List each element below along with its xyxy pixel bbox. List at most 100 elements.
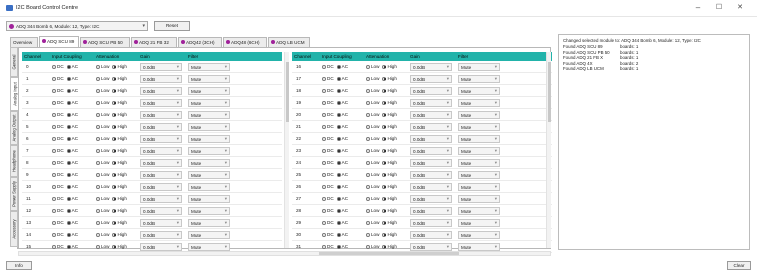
attenuation-low-option[interactable]: Low xyxy=(366,112,379,117)
coupling-ac-option[interactable]: AC xyxy=(66,148,78,153)
attenuation-high-radio[interactable] xyxy=(382,232,387,237)
gain-select[interactable]: 0.0dB ▾ xyxy=(410,87,452,95)
gain-select[interactable]: 0.0dB ▾ xyxy=(410,171,452,179)
attenuation-low-option[interactable]: Low xyxy=(366,196,379,201)
attenuation-low-radio[interactable] xyxy=(366,220,370,225)
attenuation-high-radio[interactable] xyxy=(382,148,387,153)
coupling-dc-option[interactable]: DC xyxy=(52,160,64,165)
horizontal-scrollbar[interactable] xyxy=(18,251,551,256)
filter-select[interactable]: Mute ▾ xyxy=(188,99,230,107)
attenuation-high-option[interactable]: High xyxy=(112,136,127,141)
coupling-dc-option[interactable]: DC xyxy=(322,196,334,201)
coupling-dc-option[interactable]: DC xyxy=(52,112,64,117)
coupling-ac-radio[interactable] xyxy=(66,136,71,141)
coupling-ac-option[interactable]: AC xyxy=(336,244,348,249)
coupling-ac-radio[interactable] xyxy=(66,220,71,225)
attenuation-low-radio[interactable] xyxy=(96,160,100,165)
coupling-ac-radio[interactable] xyxy=(66,76,71,81)
coupling-ac-option[interactable]: AC xyxy=(66,100,78,105)
filter-select[interactable]: Mute ▾ xyxy=(458,243,500,251)
coupling-ac-radio[interactable] xyxy=(66,160,71,165)
coupling-dc-radio[interactable] xyxy=(322,196,326,201)
coupling-dc-option[interactable]: DC xyxy=(52,76,64,81)
attenuation-low-option[interactable]: Low xyxy=(96,220,109,225)
coupling-ac-radio[interactable] xyxy=(66,208,71,213)
coupling-dc-option[interactable]: DC xyxy=(322,64,334,69)
attenuation-high-radio[interactable] xyxy=(382,196,387,201)
gain-select[interactable]: 0.0dB ▾ xyxy=(140,171,182,179)
coupling-ac-radio[interactable] xyxy=(66,172,71,177)
attenuation-low-option[interactable]: Low xyxy=(366,148,379,153)
attenuation-low-radio[interactable] xyxy=(96,100,100,105)
attenuation-high-radio[interactable] xyxy=(382,124,387,129)
coupling-ac-radio[interactable] xyxy=(66,112,71,117)
coupling-dc-option[interactable]: DC xyxy=(322,148,334,153)
coupling-ac-option[interactable]: AC xyxy=(66,232,78,237)
reset-button[interactable]: Reset xyxy=(154,21,190,31)
side-tab-analog-input[interactable]: Analog Input xyxy=(10,77,18,111)
gain-select[interactable]: 0.0dB ▾ xyxy=(140,219,182,227)
clear-button[interactable]: Clear xyxy=(727,261,751,270)
coupling-dc-option[interactable]: DC xyxy=(322,88,334,93)
attenuation-low-option[interactable]: Low xyxy=(366,244,379,249)
attenuation-high-radio[interactable] xyxy=(112,148,117,153)
attenuation-high-option[interactable]: High xyxy=(112,244,127,249)
coupling-ac-radio[interactable] xyxy=(66,244,71,249)
attenuation-high-option[interactable]: High xyxy=(382,148,397,153)
attenuation-low-radio[interactable] xyxy=(96,196,100,201)
coupling-ac-option[interactable]: AC xyxy=(336,64,348,69)
gain-select[interactable]: 0.0dB ▾ xyxy=(410,183,452,191)
coupling-dc-radio[interactable] xyxy=(52,184,56,189)
gain-select[interactable]: 0.0dB ▾ xyxy=(140,123,182,131)
attenuation-low-option[interactable]: Low xyxy=(366,184,379,189)
attenuation-low-option[interactable]: Low xyxy=(366,208,379,213)
coupling-ac-option[interactable]: AC xyxy=(66,220,78,225)
filter-select[interactable]: Mute ▾ xyxy=(188,243,230,251)
gain-select[interactable]: 0.0dB ▾ xyxy=(140,231,182,239)
attenuation-low-radio[interactable] xyxy=(96,172,100,177)
gain-select[interactable]: 0.0dB ▾ xyxy=(140,147,182,155)
coupling-dc-radio[interactable] xyxy=(52,100,56,105)
gain-select[interactable]: 0.0dB ▾ xyxy=(410,147,452,155)
filter-select[interactable]: Mute ▾ xyxy=(458,75,500,83)
attenuation-low-radio[interactable] xyxy=(366,148,370,153)
attenuation-high-option[interactable]: High xyxy=(112,100,127,105)
attenuation-high-radio[interactable] xyxy=(112,220,117,225)
attenuation-high-option[interactable]: High xyxy=(112,76,127,81)
coupling-dc-radio[interactable] xyxy=(322,220,326,225)
coupling-dc-option[interactable]: DC xyxy=(322,160,334,165)
coupling-ac-radio[interactable] xyxy=(336,196,341,201)
filter-select[interactable]: Mute ▾ xyxy=(458,135,500,143)
attenuation-high-radio[interactable] xyxy=(112,184,117,189)
attenuation-high-radio[interactable] xyxy=(112,88,117,93)
attenuation-high-option[interactable]: High xyxy=(382,208,397,213)
attenuation-low-radio[interactable] xyxy=(366,208,370,213)
attenuation-low-option[interactable]: Low xyxy=(96,208,109,213)
coupling-dc-radio[interactable] xyxy=(322,208,326,213)
coupling-dc-radio[interactable] xyxy=(322,76,326,81)
attenuation-high-radio[interactable] xyxy=(382,244,387,249)
filter-select[interactable]: Mute ▾ xyxy=(458,171,500,179)
coupling-ac-option[interactable]: AC xyxy=(336,172,348,177)
attenuation-low-option[interactable]: Low xyxy=(96,160,109,165)
coupling-dc-radio[interactable] xyxy=(52,88,56,93)
left-scrollbar[interactable] xyxy=(284,52,289,248)
attenuation-high-radio[interactable] xyxy=(382,136,387,141)
tab-adq-lb-ucm[interactable]: ADQ LB UCM xyxy=(268,37,310,47)
gain-select[interactable]: 0.0dB ▾ xyxy=(410,99,452,107)
coupling-ac-radio[interactable] xyxy=(66,184,71,189)
attenuation-low-radio[interactable] xyxy=(366,64,370,69)
coupling-dc-radio[interactable] xyxy=(322,136,326,141)
attenuation-high-option[interactable]: High xyxy=(382,136,397,141)
coupling-dc-option[interactable]: DC xyxy=(52,196,64,201)
coupling-dc-radio[interactable] xyxy=(52,148,56,153)
coupling-dc-option[interactable]: DC xyxy=(52,136,64,141)
attenuation-high-radio[interactable] xyxy=(112,136,117,141)
coupling-dc-radio[interactable] xyxy=(322,172,326,177)
coupling-dc-radio[interactable] xyxy=(322,112,326,117)
attenuation-low-option[interactable]: Low xyxy=(96,232,109,237)
coupling-dc-radio[interactable] xyxy=(322,124,326,129)
attenuation-low-option[interactable]: Low xyxy=(366,100,379,105)
minimize-button[interactable]: – xyxy=(690,2,706,15)
side-tab-power-supply[interactable]: Power Supply xyxy=(10,177,18,211)
